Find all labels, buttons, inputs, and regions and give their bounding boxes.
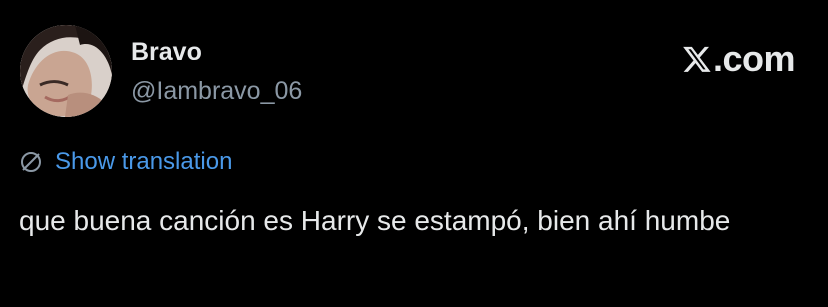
show-translation-link[interactable]: Show translation (19, 148, 232, 176)
profile-photo (20, 25, 112, 117)
tweet-text: que buena canción es Harry se estampó, b… (19, 205, 731, 236)
show-translation-label: Show translation (55, 148, 233, 175)
x-logo-icon (683, 46, 711, 72)
author-name[interactable]: Bravo (131, 38, 202, 67)
avatar[interactable] (20, 25, 112, 117)
brand-watermark: .com (682, 38, 796, 80)
author-handle[interactable]: @Iambravo_06 (131, 77, 302, 106)
brand-label: .com (712, 38, 796, 79)
translate-icon (21, 152, 41, 172)
